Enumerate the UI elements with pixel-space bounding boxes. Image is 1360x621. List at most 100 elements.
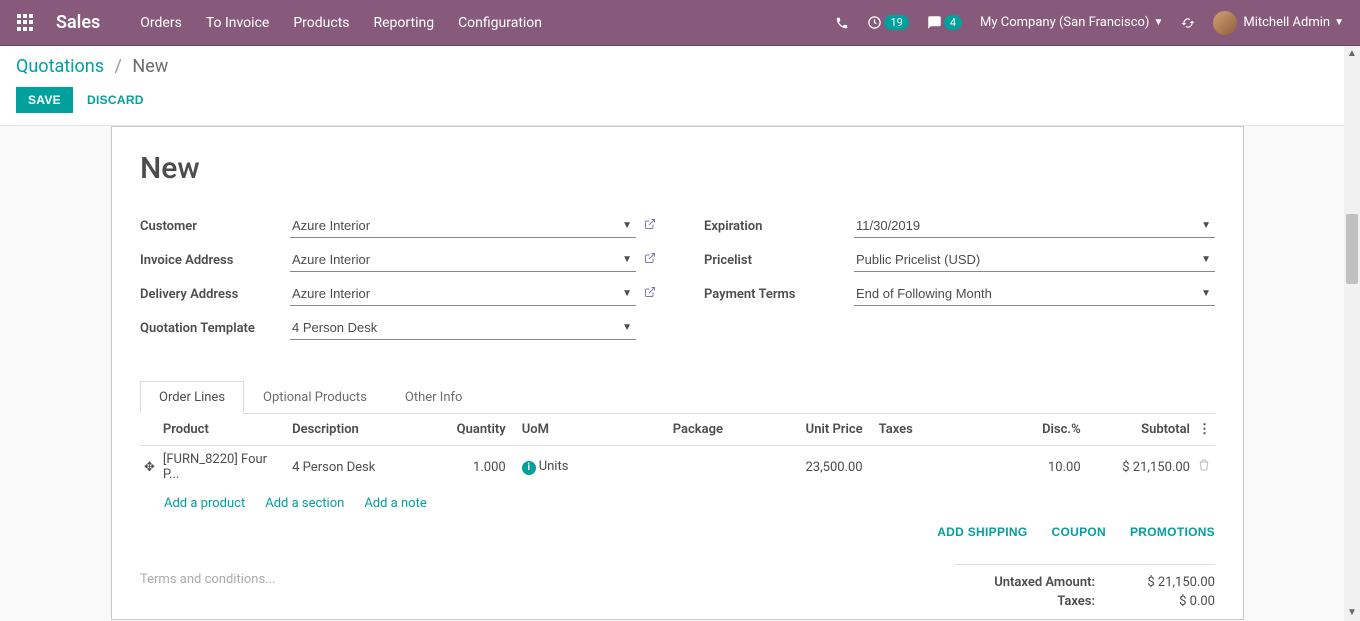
add-product-link[interactable]: Add a product [164,496,245,511]
activities-badge: 19 [884,15,908,30]
top-navbar: Sales Orders To Invoice Products Reporti… [0,0,1360,46]
company-name: My Company (San Francisco) [980,15,1149,30]
payment-terms-field[interactable] [854,282,1215,306]
form-sheet: New Customer ▼ Invoice Address [111,126,1244,620]
delivery-address-label: Delivery Address [140,287,290,302]
th-description: Description [288,414,422,446]
coupon-button[interactable]: COUPON [1052,525,1106,539]
scroll-thumb[interactable] [1346,214,1358,284]
user-name: Mitchell Admin [1243,15,1330,30]
avatar [1213,11,1237,35]
tab-other-info[interactable]: Other Info [386,381,482,414]
chevron-down-icon: ▼ [1153,17,1163,28]
pricelist-label: Pricelist [704,253,854,268]
invoice-address-field[interactable] [290,248,636,272]
th-package: Package [629,414,768,446]
breadcrumb-sep: / [114,56,121,77]
taxes-label: Taxes: [955,594,1095,609]
th-taxes: Taxes [867,414,966,446]
control-bar: Quotations / New SAVE DISCARD [0,46,1360,126]
action-buttons: SAVE DISCARD [16,87,1344,113]
cell-subtotal: $ 21,150.00 [1085,446,1194,489]
page-title: New [140,151,1215,186]
quotation-template-label: Quotation Template [140,321,290,336]
menu-to-invoice[interactable]: To Invoice [206,15,270,31]
discard-button[interactable]: DISCARD [87,93,144,107]
th-options-icon[interactable]: ⋮ [1194,414,1215,446]
apps-icon[interactable] [16,13,36,33]
scroll-up-icon[interactable]: ▲ [1344,46,1360,62]
cell-package [629,446,768,489]
th-unit-price: Unit Price [767,414,866,446]
th-uom: UoM [510,414,629,446]
phone-icon[interactable] [835,16,849,30]
delivery-address-field[interactable] [290,282,636,306]
untaxed-label: Untaxed Amount: [955,575,1095,590]
promotions-button[interactable]: PROMOTIONS [1130,525,1215,539]
add-shipping-button[interactable]: ADD SHIPPING [937,525,1027,539]
external-link-icon[interactable] [644,252,656,268]
th-disc: Disc.% [966,414,1085,446]
debug-icon[interactable] [1181,16,1195,30]
form-grid: Customer ▼ Invoice Address ▼ [140,214,1215,350]
terms-field[interactable]: Terms and conditions... [140,572,275,587]
th-quantity: Quantity [422,414,510,446]
vertical-scrollbar[interactable]: ▲ ▼ [1344,46,1360,621]
user-menu[interactable]: Mitchell Admin ▼ [1213,11,1344,35]
add-note-link[interactable]: Add a note [364,496,426,511]
cell-unit-price: 23,500.00 [767,446,866,489]
notebook-tabs: Order Lines Optional Products Other Info [140,380,1215,414]
tab-order-lines[interactable]: Order Lines [140,381,244,414]
customer-label: Customer [140,219,290,234]
cell-quantity: 1.000 [422,446,510,489]
tab-optional-products[interactable]: Optional Products [244,381,386,414]
payment-terms-label: Payment Terms [704,287,854,302]
breadcrumb: Quotations / New [16,56,1344,77]
menu-orders[interactable]: Orders [140,15,182,31]
external-link-icon[interactable] [644,218,656,234]
drag-handle-icon[interactable]: ✥ [140,446,159,489]
breadcrumb-root[interactable]: Quotations [16,56,104,77]
chevron-down-icon: ▼ [1334,17,1344,28]
expiration-label: Expiration [704,219,854,234]
invoice-address-label: Invoice Address [140,253,290,268]
cell-taxes [867,446,966,489]
messages-icon[interactable]: 4 [927,15,962,30]
th-product: Product [159,414,288,446]
messages-badge: 4 [944,15,962,30]
form-left-column: Customer ▼ Invoice Address ▼ [140,214,656,350]
totals-block: Untaxed Amount: $ 21,150.00 Taxes: $ 0.0… [955,564,1215,611]
add-section-link[interactable]: Add a section [265,496,344,511]
info-icon[interactable]: i [522,461,536,475]
cell-uom: iUnits [510,446,629,489]
cell-product: [FURN_8220] Four P... [159,446,288,489]
activities-icon[interactable]: 19 [867,15,908,30]
bottom-actions: ADD SHIPPING COUPON PROMOTIONS [937,525,1215,539]
menu-configuration[interactable]: Configuration [458,15,542,31]
menu-reporting[interactable]: Reporting [374,15,435,31]
customer-field[interactable] [290,214,636,238]
menu-products[interactable]: Products [293,15,349,31]
untaxed-value: $ 21,150.00 [1095,575,1215,590]
form-right-column: Expiration ▼ Pricelist ▼ Payment Terms [704,214,1215,350]
main-menu: Orders To Invoice Products Reporting Con… [140,15,542,31]
th-subtotal: Subtotal [1085,414,1194,446]
taxes-value: $ 0.00 [1095,594,1215,609]
quotation-template-field[interactable] [290,316,636,340]
app-brand[interactable]: Sales [56,12,100,33]
cell-disc: 10.00 [966,446,1085,489]
add-links: Add a product Add a section Add a note [140,488,1215,519]
sheet-wrap: New Customer ▼ Invoice Address [0,126,1360,620]
breadcrumb-current: New [132,56,168,77]
table-row[interactable]: ✥ [FURN_8220] Four P... 4 Person Desk 1.… [140,446,1215,489]
navbar-right: 19 4 My Company (San Francisco) ▼ Mitche… [835,11,1344,35]
scroll-down-icon[interactable]: ▼ [1344,605,1360,621]
expiration-field[interactable] [854,214,1215,238]
delete-row-icon[interactable] [1194,446,1215,489]
order-lines-table: Product Description Quantity UoM Package… [140,414,1215,488]
pricelist-field[interactable] [854,248,1215,272]
save-button[interactable]: SAVE [16,87,73,113]
external-link-icon[interactable] [644,286,656,302]
cell-description: 4 Person Desk [288,446,422,489]
company-switcher[interactable]: My Company (San Francisco) ▼ [980,15,1163,30]
